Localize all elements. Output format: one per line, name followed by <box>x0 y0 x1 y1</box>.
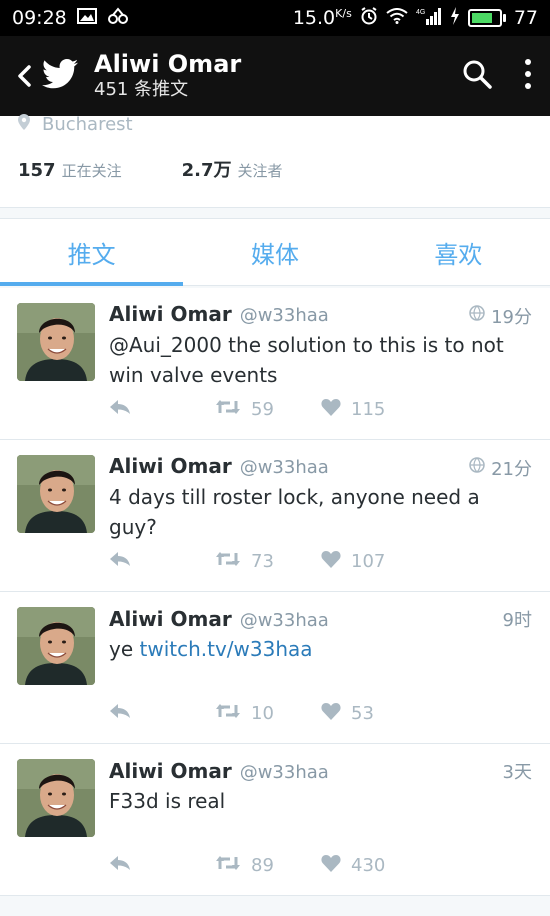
like-count: 53 <box>351 703 374 724</box>
retweet-button[interactable]: 10 <box>215 703 321 724</box>
tweet-list: Aliwi Omar @w33haa 19分 @Aui_2000 the sol… <box>0 288 550 896</box>
like-count: 107 <box>351 551 386 572</box>
status-time: 09:28 <box>12 7 67 29</box>
tweet-actions: 10 53 <box>109 702 374 725</box>
reply-button[interactable] <box>109 855 215 876</box>
retweet-count: 10 <box>251 703 274 724</box>
profile-name: Aliwi Omar <box>94 50 242 78</box>
reply-icon <box>109 703 131 724</box>
profile-tabs: 推文 媒体 喜欢 <box>0 218 550 286</box>
tweet-author-name[interactable]: Aliwi Omar <box>109 607 232 631</box>
tweet-author-handle: @w33haa <box>239 457 329 478</box>
followers-stat[interactable]: 2.7万 关注者 <box>182 156 283 182</box>
more-vertical-icon[interactable] <box>524 58 532 94</box>
avatar[interactable] <box>17 455 95 533</box>
alarm-icon <box>360 6 378 30</box>
charging-icon <box>450 6 460 30</box>
heart-icon <box>321 550 341 573</box>
avatar[interactable] <box>17 607 95 685</box>
svg-text:4G: 4G <box>416 9 425 16</box>
tweet-actions: 89 430 <box>109 854 385 877</box>
tweet-text: 4 days till roster lock, anyone need a g… <box>109 485 480 539</box>
tweet-author-handle: @w33haa <box>239 305 329 326</box>
battery-indicator <box>467 9 506 27</box>
like-button[interactable]: 115 <box>321 398 385 421</box>
link-icon <box>107 6 129 30</box>
tweet-author-handle: @w33haa <box>239 610 329 631</box>
app-header: Aliwi Omar 451 条推文 <box>0 36 550 116</box>
tweet-item[interactable]: Aliwi Omar @w33haa 9时 ye twitch.tv/w33ha… <box>0 592 550 744</box>
search-icon[interactable] <box>462 59 492 93</box>
tweet-text: F33d is real <box>109 789 226 813</box>
following-stat[interactable]: 157 正在关注 <box>18 160 122 181</box>
reply-button[interactable] <box>109 399 215 420</box>
heart-icon <box>321 854 341 877</box>
globe-icon <box>469 305 485 326</box>
tweet-time: 9时 <box>502 610 532 631</box>
back-arrow-icon[interactable] <box>10 64 38 88</box>
tweet-time: 21分 <box>469 455 532 481</box>
location-text: Bucharest <box>42 114 133 135</box>
tweet-item[interactable]: Aliwi Omar @w33haa 3天 F33d is real 89 43… <box>0 744 550 896</box>
tweet-text: @Aui_2000 the solution to this is to not… <box>109 333 504 387</box>
reply-button[interactable] <box>109 551 215 572</box>
tab-likes[interactable]: 喜欢 <box>367 219 550 285</box>
network-speed: 15.0K/s <box>292 7 352 29</box>
tweet-count: 451 条推文 <box>94 79 189 100</box>
twitter-bird-icon[interactable] <box>42 59 78 93</box>
retweet-button[interactable]: 73 <box>215 551 321 572</box>
retweet-button[interactable]: 89 <box>215 855 321 876</box>
tab-media[interactable]: 媒体 <box>183 219 366 285</box>
status-bar: 09:28 15.0K/s 4G 77 <box>0 0 550 36</box>
signal-icon: 4G <box>416 7 442 30</box>
like-count: 115 <box>351 399 386 420</box>
tweet-author-handle: @w33haa <box>239 762 329 783</box>
heart-icon <box>321 398 341 421</box>
gallery-icon <box>76 7 97 29</box>
tweet-actions: 73 107 <box>109 550 385 573</box>
retweet-icon <box>215 399 241 420</box>
reply-icon <box>109 399 131 420</box>
tweet-item[interactable]: Aliwi Omar @w33haa 21分 4 days till roste… <box>0 440 550 592</box>
retweet-count: 89 <box>251 855 274 876</box>
like-button[interactable]: 430 <box>321 854 385 877</box>
retweet-button[interactable]: 59 <box>215 399 321 420</box>
tweet-link[interactable]: twitch.tv/w33haa <box>140 637 313 661</box>
wifi-icon <box>386 7 408 29</box>
retweet-icon <box>215 855 241 876</box>
heart-icon <box>321 702 341 725</box>
reply-icon <box>109 551 131 572</box>
retweet-count: 73 <box>251 551 274 572</box>
tab-tweets[interactable]: 推文 <box>0 219 184 286</box>
tweet-author-name[interactable]: Aliwi Omar <box>109 759 232 783</box>
avatar[interactable] <box>17 303 95 381</box>
tweet-author-name[interactable]: Aliwi Omar <box>109 454 232 478</box>
like-button[interactable]: 107 <box>321 550 385 573</box>
location: Bucharest <box>18 114 133 135</box>
like-button[interactable]: 53 <box>321 702 374 725</box>
battery-percent: 77 <box>513 7 538 29</box>
location-pin-icon <box>18 114 30 135</box>
reply-icon <box>109 855 131 876</box>
avatar[interactable] <box>17 759 95 837</box>
tweet-text: ye twitch.tv/w33haa <box>109 637 313 661</box>
tweet-actions: 59 115 <box>109 398 385 421</box>
tweet-time: 3天 <box>502 762 532 783</box>
profile-summary: Bucharest 157 正在关注 2.7万 关注者 <box>0 114 550 208</box>
tweet-author-name[interactable]: Aliwi Omar <box>109 302 232 326</box>
tweet-time: 19分 <box>469 303 532 329</box>
globe-icon <box>469 457 485 478</box>
like-count: 430 <box>351 855 386 876</box>
tweet-item[interactable]: Aliwi Omar @w33haa 19分 @Aui_2000 the sol… <box>0 288 550 440</box>
retweet-icon <box>215 551 241 572</box>
retweet-count: 59 <box>251 399 274 420</box>
reply-button[interactable] <box>109 703 215 724</box>
retweet-icon <box>215 703 241 724</box>
